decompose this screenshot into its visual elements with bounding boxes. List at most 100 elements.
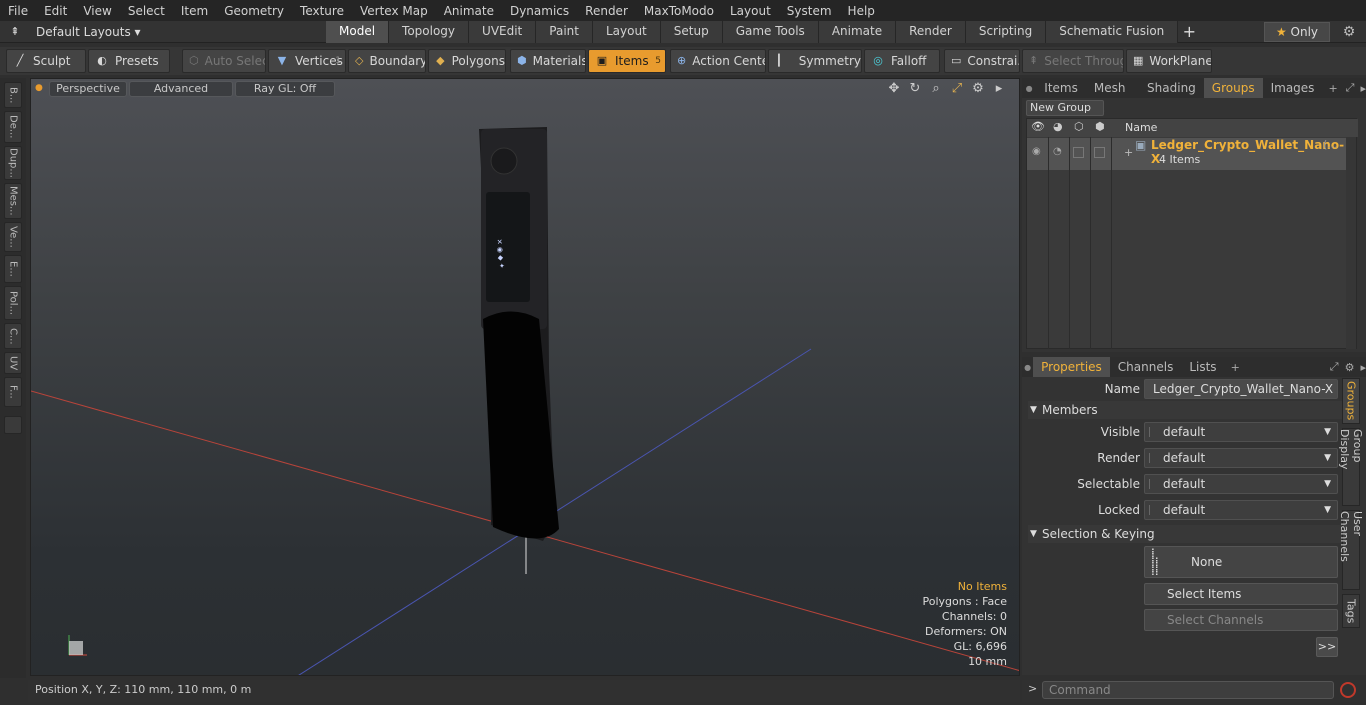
maximize-icon[interactable]: ⤢ bbox=[949, 81, 965, 96]
render-select[interactable]: default ▼ bbox=[1144, 448, 1338, 468]
select-through-button[interactable]: ⇞ Select Through bbox=[1022, 49, 1124, 73]
menu-file[interactable]: File bbox=[0, 4, 36, 18]
menu-animate[interactable]: Animate bbox=[436, 4, 502, 18]
menu-texture[interactable]: Texture bbox=[292, 4, 352, 18]
command-input[interactable]: Command bbox=[1042, 681, 1334, 699]
visibility-toggle-icon[interactable]: ◉ bbox=[1032, 146, 1041, 157]
left-tab-e[interactable]: E... bbox=[4, 255, 22, 283]
menu-geometry[interactable]: Geometry bbox=[216, 4, 292, 18]
menu-select[interactable]: Select bbox=[120, 4, 173, 18]
eye-column-icon[interactable]: 👁 bbox=[1031, 120, 1045, 133]
rotate-icon[interactable]: ↻ bbox=[907, 81, 923, 96]
properties-settings-icon[interactable]: ⚙ bbox=[1345, 361, 1355, 374]
render-toggle-icon[interactable]: ◔ bbox=[1053, 146, 1062, 157]
menu-dynamics[interactable]: Dynamics bbox=[502, 4, 577, 18]
collapse-arrow-icon[interactable]: ⇞ bbox=[8, 25, 22, 39]
properties-expand-icon[interactable]: ⤢ bbox=[1330, 360, 1339, 374]
panel-menu-icon[interactable]: ▸ bbox=[1360, 82, 1366, 95]
move-icon[interactable]: ✥ bbox=[886, 81, 902, 96]
menu-item[interactable]: Item bbox=[173, 4, 216, 18]
left-tab-ve[interactable]: Ve... bbox=[4, 222, 22, 252]
tab-scripting[interactable]: Scripting bbox=[965, 21, 1047, 43]
raygl-dropdown[interactable]: Ray GL: Off bbox=[235, 81, 335, 97]
selectable-select[interactable]: default ▼ bbox=[1144, 474, 1338, 494]
group-row[interactable]: ◉ ◔ + ▣ Ledger_Crypto_Wallet_Nano-X (...… bbox=[1027, 138, 1347, 170]
side-tab-groups[interactable]: Groups bbox=[1342, 378, 1360, 424]
left-tab-c[interactable]: C... bbox=[4, 323, 22, 349]
tab-setup[interactable]: Setup bbox=[660, 21, 723, 43]
boundary-button[interactable]: ◇ Boundary bbox=[348, 49, 426, 73]
menu-maxtomodo[interactable]: MaxToModo bbox=[636, 4, 722, 18]
side-tab-user-channels[interactable]: User Channels bbox=[1338, 510, 1364, 590]
menu-system[interactable]: System bbox=[779, 4, 840, 18]
zoom-icon[interactable]: ⌕ bbox=[928, 81, 944, 96]
gear-icon[interactable]: ⚙ bbox=[1338, 21, 1360, 43]
viewport-settings-icon[interactable]: ⚙ bbox=[970, 81, 986, 96]
lock-column-icon[interactable]: ⬡ bbox=[1074, 120, 1084, 133]
items-button[interactable]: ▣ Items 5 bbox=[588, 49, 666, 73]
presets-button[interactable]: ◐ Presets bbox=[88, 49, 170, 73]
left-tab-extra[interactable] bbox=[4, 416, 22, 434]
name-field[interactable]: Ledger_Crypto_Wallet_Nano-X (3) bbox=[1144, 379, 1338, 414]
layouts-dropdown[interactable]: ⇞ Default Layouts ▾ bbox=[0, 21, 140, 43]
select-items-button[interactable]: Select Items bbox=[1144, 583, 1338, 605]
sculpt-button[interactable]: ╱ Sculpt bbox=[6, 49, 86, 73]
left-tab-mes[interactable]: Mes... bbox=[4, 183, 22, 219]
tab-shading[interactable]: Shading bbox=[1139, 78, 1204, 98]
menu-layout[interactable]: Layout bbox=[722, 4, 779, 18]
tab-game-tools[interactable]: Game Tools bbox=[722, 21, 819, 43]
locked-select[interactable]: default ▼ bbox=[1144, 500, 1338, 520]
tab-uvedit[interactable]: UVEdit bbox=[469, 21, 537, 43]
materials-button[interactable]: ⬢ Materials bbox=[510, 49, 586, 73]
menu-render[interactable]: Render bbox=[577, 4, 636, 18]
advanced-dropdown[interactable]: Advanced bbox=[129, 81, 233, 97]
left-tab-pol[interactable]: Pol... bbox=[4, 286, 22, 320]
menu-vertex-map[interactable]: Vertex Map bbox=[352, 4, 436, 18]
properties-menu-icon[interactable]: ▸ bbox=[1360, 361, 1366, 374]
more-button[interactable]: >> bbox=[1316, 637, 1338, 657]
tab-layout[interactable]: Layout bbox=[592, 21, 661, 43]
tab-animate[interactable]: Animate bbox=[818, 21, 897, 43]
left-tab-de[interactable]: De... bbox=[4, 111, 22, 143]
tab-mesh[interactable]: Mesh ... bbox=[1086, 78, 1139, 115]
add-tab-icon[interactable]: + bbox=[1178, 21, 1200, 43]
select-toggle-checkbox[interactable] bbox=[1094, 147, 1105, 158]
perspective-dropdown[interactable]: Perspective bbox=[49, 81, 127, 97]
new-group-button[interactable]: New Group bbox=[1026, 100, 1104, 116]
tab-groups[interactable]: Groups bbox=[1203, 78, 1263, 98]
add-panel-tab-icon[interactable]: + bbox=[1328, 82, 1337, 95]
tab-render[interactable]: Render bbox=[896, 21, 966, 43]
visible-select[interactable]: default ▼ bbox=[1144, 422, 1338, 442]
tab-topology[interactable]: Topology bbox=[389, 21, 470, 43]
tab-paint[interactable]: Paint bbox=[536, 21, 593, 43]
symmetry-button[interactable]: ┃ Symmetry bbox=[768, 49, 862, 73]
play-icon[interactable]: ▸ bbox=[991, 81, 1007, 96]
3d-viewport[interactable]: ✕ ◉ ◆ ✦ ● Perspective Advanced Ray GL: O… bbox=[30, 78, 1020, 676]
panel-expand-icon[interactable]: ⤢ bbox=[1346, 81, 1355, 95]
left-tab-b[interactable]: B... bbox=[4, 82, 22, 108]
tab-model[interactable]: Model bbox=[326, 21, 390, 43]
tab-lists[interactable]: Lists bbox=[1181, 357, 1224, 377]
tab-schematic-fusion[interactable]: Schematic Fusion bbox=[1046, 21, 1179, 43]
members-collapse-icon[interactable]: ▼ bbox=[1030, 401, 1037, 419]
side-tab-group-display[interactable]: Group Display bbox=[1338, 428, 1364, 506]
only-button[interactable]: ★ Only bbox=[1264, 22, 1330, 42]
constraints-button[interactable]: ▭ Constrai... bbox=[944, 49, 1020, 73]
menu-help[interactable]: Help bbox=[840, 4, 883, 18]
groups-scrollbar[interactable] bbox=[1346, 137, 1356, 349]
left-tab-f[interactable]: F... bbox=[4, 377, 22, 407]
record-icon[interactable] bbox=[1340, 682, 1356, 698]
tab-properties[interactable]: Properties bbox=[1033, 357, 1110, 377]
none-keying-button[interactable]: ⁞ ⁞⁞ ⁞⁞ None bbox=[1144, 546, 1338, 578]
action-center-button[interactable]: ⊕ Action Center bbox=[670, 49, 766, 73]
auto-select-button[interactable]: ⬡ Auto Select bbox=[182, 49, 266, 73]
selection-keying-section[interactable]: ▼ Selection & Keying bbox=[1028, 525, 1358, 543]
menu-view[interactable]: View bbox=[75, 4, 119, 18]
expand-icon[interactable]: + bbox=[1124, 146, 1133, 159]
add-properties-tab-icon[interactable]: + bbox=[1231, 361, 1240, 374]
lock-toggle-checkbox[interactable] bbox=[1073, 147, 1084, 158]
side-tab-tags[interactable]: Tags bbox=[1342, 594, 1360, 628]
left-tab-dup[interactable]: Dup... bbox=[4, 146, 22, 180]
vertices-button[interactable]: ▼ Vertices 1 bbox=[268, 49, 346, 73]
select-column-icon[interactable]: ⬢ bbox=[1095, 120, 1105, 133]
